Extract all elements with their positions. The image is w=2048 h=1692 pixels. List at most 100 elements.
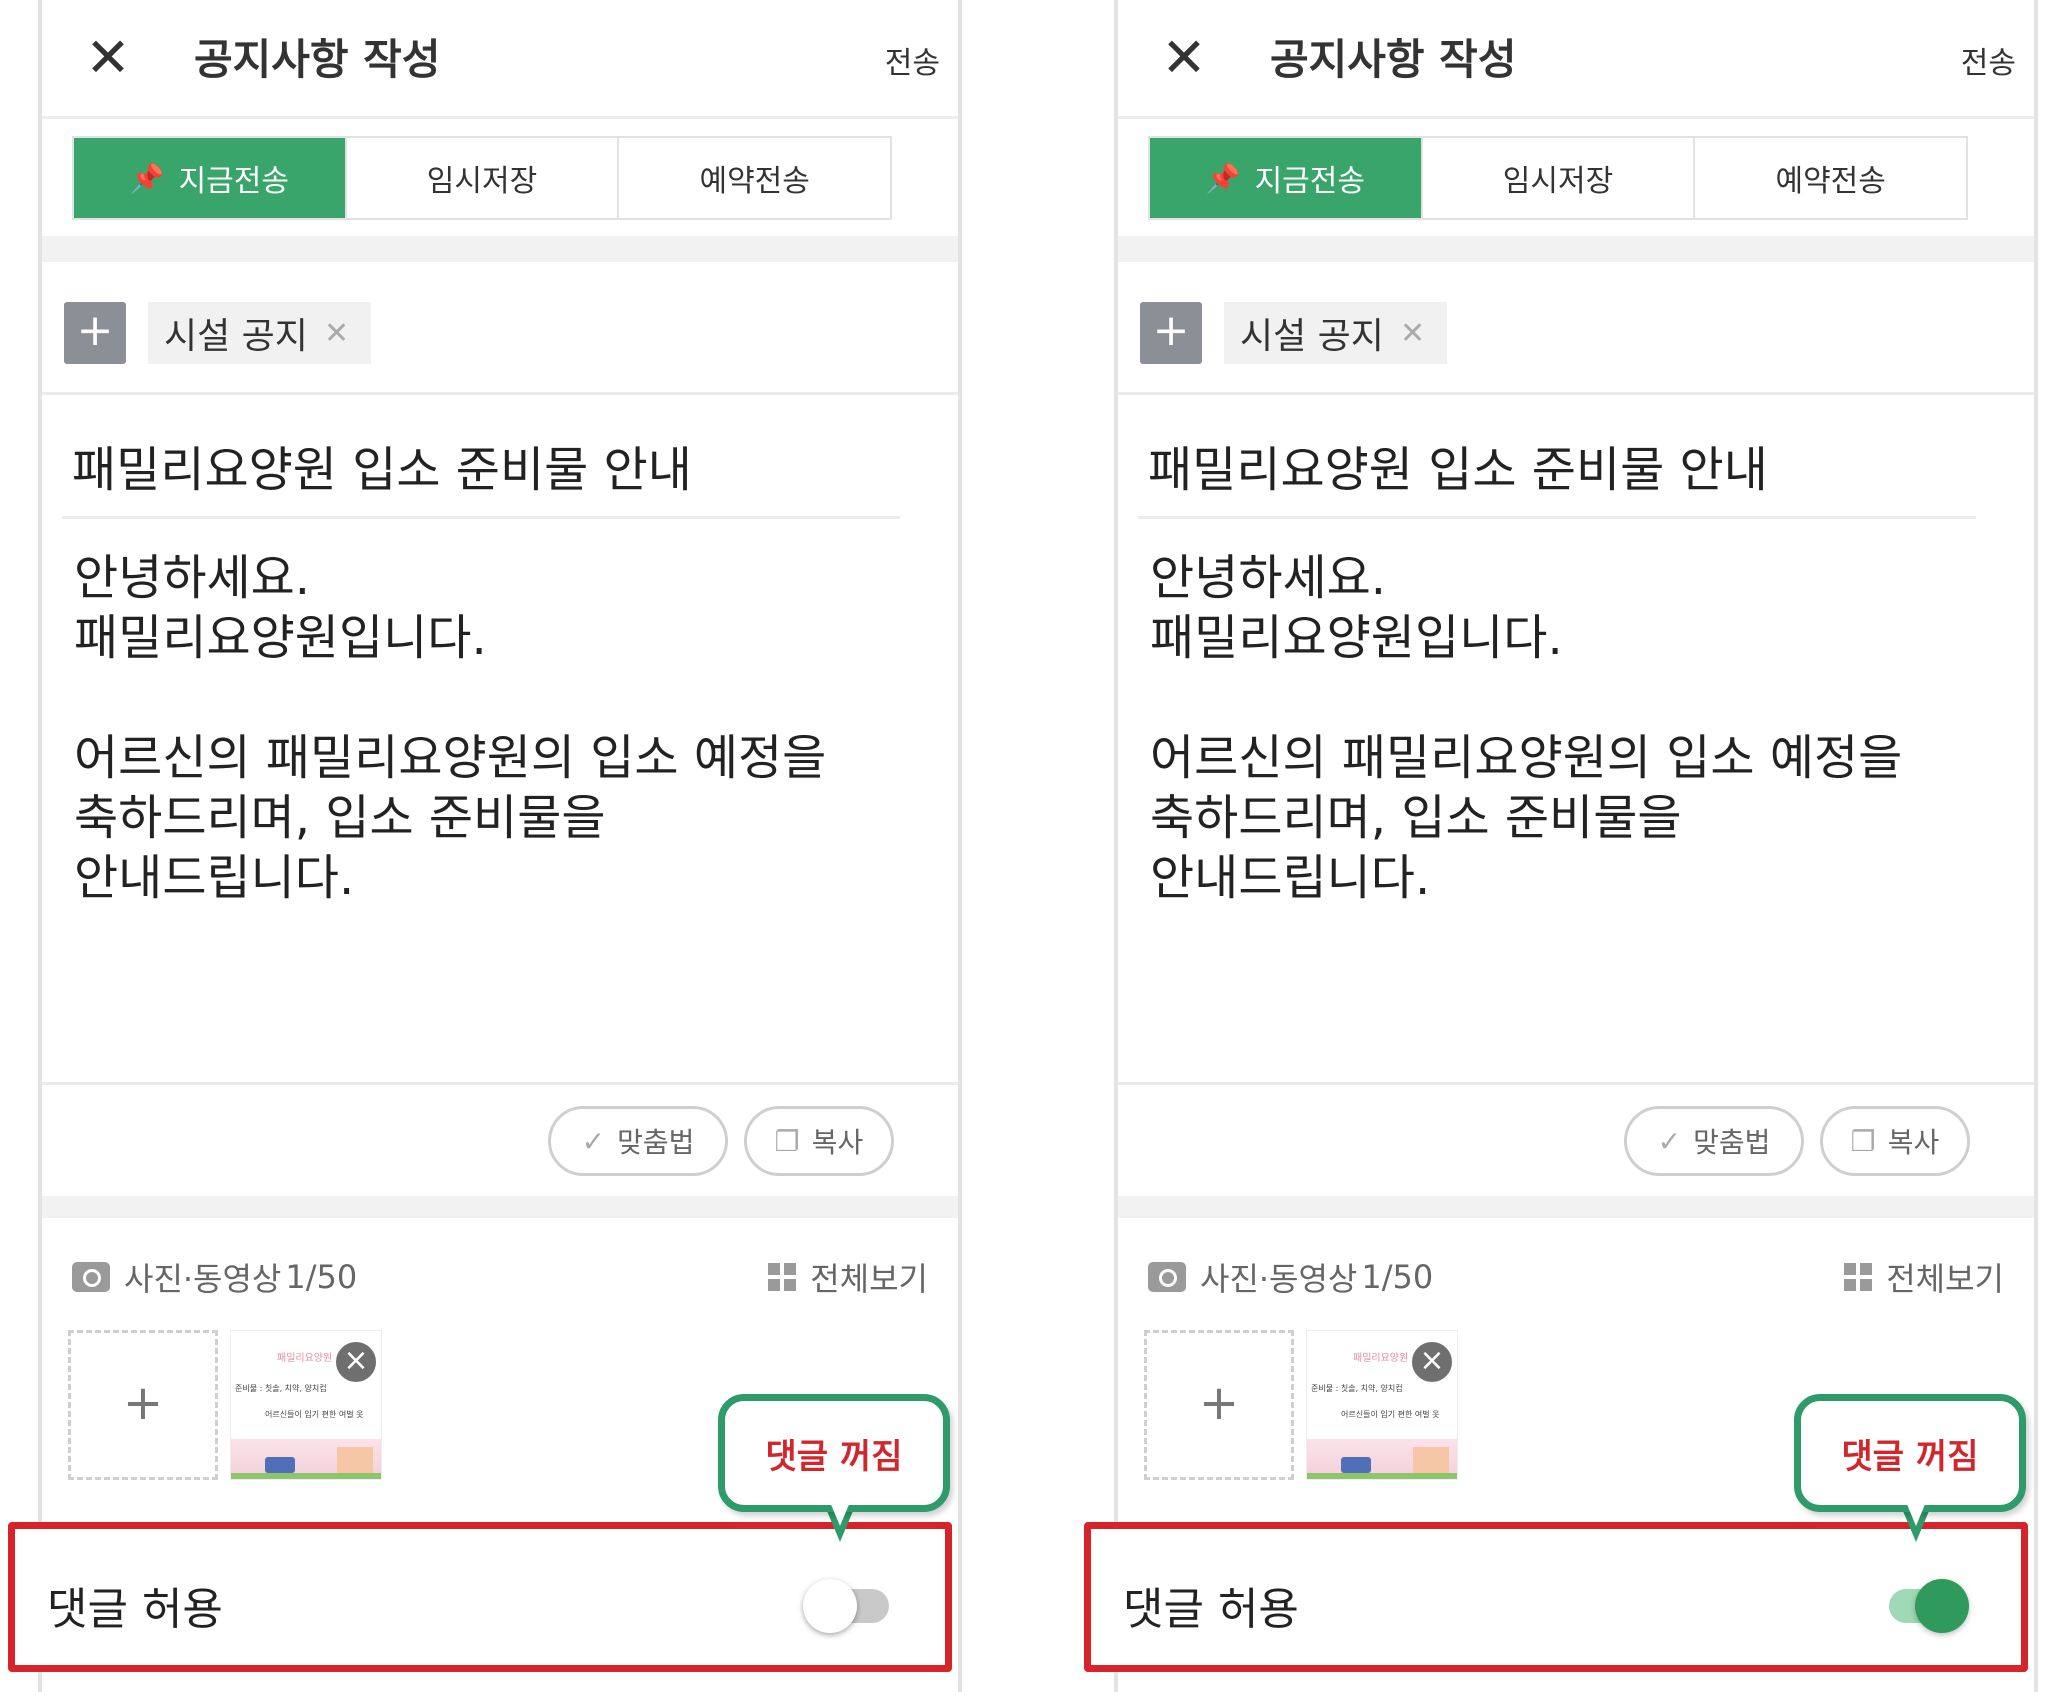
- copy-button[interactable]: ❐ 복사: [744, 1106, 894, 1176]
- copy-icon: ❐: [774, 1124, 800, 1158]
- annotation-callout: 댓글 꺼짐: [1794, 1394, 2026, 1512]
- header: ✕ 공지사항 작성 전송: [1118, 0, 2034, 119]
- close-icon[interactable]: ✕: [1154, 28, 1214, 88]
- send-mode-tabs: 📌 지금전송 임시저장 예약전송: [72, 136, 892, 220]
- comment-toggle[interactable]: [803, 1579, 893, 1633]
- thumb-text: 어르신들이 입기 편한 여벌 옷: [265, 1410, 364, 1419]
- camera-icon: [1148, 1262, 1186, 1292]
- view-all-label: 전체보기: [810, 1260, 928, 1298]
- media-label: 사진·동영상 1/50: [1148, 1254, 1433, 1300]
- grid-icon: [768, 1263, 797, 1291]
- close-icon[interactable]: ✕: [78, 28, 138, 88]
- divider: [1118, 1082, 2034, 1085]
- button-label: 복사: [1887, 1126, 1940, 1159]
- copy-icon: ❐: [1850, 1124, 1876, 1158]
- remove-media-icon[interactable]: ×: [334, 1340, 378, 1384]
- bus-icon: [265, 1457, 295, 1473]
- thumb-title: 패밀리요양원: [277, 1353, 333, 1364]
- pin-icon: 📌: [1205, 161, 1241, 195]
- divider: [1138, 516, 1976, 519]
- spellcheck-button[interactable]: ✓ 맞춤법: [1624, 1106, 1804, 1176]
- grid-icon: [1844, 1263, 1873, 1291]
- body-line: 패밀리요양원입니다.: [74, 610, 487, 666]
- view-all-button[interactable]: 전체보기: [768, 1254, 928, 1300]
- tab-label: 예약전송: [699, 164, 810, 199]
- add-media-button[interactable]: +: [68, 1330, 218, 1480]
- page-title: 공지사항 작성: [1270, 35, 1517, 84]
- chip-label: 시설 공지: [1240, 316, 1384, 357]
- category-chip[interactable]: 시설 공지 ✕: [1224, 302, 1448, 364]
- comment-allow-label: 댓글 허용: [47, 1584, 223, 1635]
- tab-scheduled[interactable]: 예약전송: [1695, 138, 1966, 218]
- divider: [42, 1082, 958, 1085]
- comment-toggle[interactable]: [1879, 1579, 1969, 1633]
- body-textarea[interactable]: 안녕하세요. 패밀리요양원입니다. 어르신의 패밀리요양원의 입소 예정을 축하…: [74, 548, 914, 908]
- comment-allow-row: 댓글 허용: [1084, 1522, 2028, 1672]
- thumb-text: 어르신들이 입기 편한 여벌 옷: [1341, 1410, 1440, 1419]
- body-line: 패밀리요양원입니다.: [1150, 610, 1563, 666]
- tab-send-now[interactable]: 📌 지금전송: [1150, 138, 1423, 218]
- body-line-blank: [74, 668, 914, 728]
- media-count: 1/50: [1361, 1258, 1434, 1296]
- thumb-text: 준비물 : 칫솔, 치약, 양치컵: [1311, 1384, 1403, 1393]
- page-title: 공지사항 작성: [194, 35, 441, 84]
- subject-field[interactable]: 패밀리요양원 입소 준비물 안내: [1148, 430, 1768, 500]
- category-chip[interactable]: 시설 공지 ✕: [148, 302, 372, 364]
- spellcheck-button[interactable]: ✓ 맞춤법: [548, 1106, 728, 1176]
- body-line: 안녕하세요.: [74, 550, 311, 606]
- tab-label: 예약전송: [1775, 164, 1886, 199]
- body-line-blank: [1150, 668, 1990, 728]
- header: ✕ 공지사항 작성 전송: [42, 0, 958, 119]
- button-label: 맞춤법: [617, 1126, 695, 1159]
- media-label-text: 사진·동영상: [124, 1260, 282, 1298]
- tab-draft[interactable]: 임시저장: [1423, 138, 1696, 218]
- remove-media-icon[interactable]: ×: [1410, 1340, 1454, 1384]
- subject-field[interactable]: 패밀리요양원 입소 준비물 안내: [72, 430, 692, 500]
- add-category-button[interactable]: +: [1140, 302, 1202, 364]
- thumb-illustration: [1307, 1439, 1457, 1479]
- comment-allow-row: 댓글 허용: [8, 1522, 952, 1672]
- view-all-button[interactable]: 전체보기: [1844, 1254, 2004, 1300]
- body-line: 축하드리며, 입소 준비물을: [74, 790, 606, 846]
- callout-text: 댓글 꺼짐: [765, 1436, 903, 1477]
- media-count: 1/50: [285, 1258, 358, 1296]
- comment-allow-label: 댓글 허용: [1123, 1584, 1299, 1635]
- thumb-text: 준비물 : 칫솔, 치약, 양치컵: [235, 1384, 327, 1393]
- tab-scheduled[interactable]: 예약전송: [619, 138, 890, 218]
- send-button[interactable]: 전송: [885, 38, 940, 82]
- bus-icon: [1341, 1457, 1371, 1473]
- phone-screen-right: ✕ 공지사항 작성 전송 📌 지금전송 임시저장 예약전송 + 시설 공지 ✕ 패밀…: [1084, 0, 2038, 1692]
- close-small-icon[interactable]: ✕: [1400, 316, 1425, 351]
- tab-send-now[interactable]: 📌 지금전송: [74, 138, 347, 218]
- body-line: 안내드립니다.: [1150, 850, 1431, 906]
- plus-icon: +: [76, 305, 114, 356]
- house-icon: [1413, 1447, 1449, 1473]
- plus-icon: +: [1152, 305, 1190, 356]
- body-line: 어르신의 패밀리요양원의 입소 예정을: [74, 730, 827, 786]
- callout-text: 댓글 꺼짐: [1841, 1436, 1979, 1477]
- tab-label: 지금전송: [178, 164, 289, 199]
- view-all-label: 전체보기: [1886, 1260, 2004, 1298]
- thumb-title: 패밀리요양원: [1353, 1353, 1409, 1364]
- phone-screen-left: ✕ 공지사항 작성 전송 📌 지금전송 임시저장 예약전송 + 시설 공지 ✕ 패밀…: [8, 0, 962, 1692]
- close-small-icon[interactable]: ✕: [324, 316, 349, 351]
- pin-icon: 📌: [129, 161, 165, 195]
- send-button[interactable]: 전송: [1961, 38, 2016, 82]
- body-textarea[interactable]: 안녕하세요. 패밀리요양원입니다. 어르신의 패밀리요양원의 입소 예정을 축하…: [1150, 548, 1990, 908]
- section-divider: [42, 236, 958, 262]
- tab-label: 임시저장: [1502, 164, 1614, 199]
- body-line: 안녕하세요.: [1150, 550, 1387, 606]
- tab-draft[interactable]: 임시저장: [347, 138, 620, 218]
- category-row: + 시설 공지 ✕: [42, 262, 958, 395]
- annotation-callout: 댓글 꺼짐: [718, 1394, 950, 1512]
- spellcheck-icon: ✓: [581, 1124, 606, 1158]
- add-media-button[interactable]: +: [1144, 1330, 1294, 1480]
- media-label-text: 사진·동영상: [1200, 1260, 1358, 1298]
- body-line: 안내드립니다.: [74, 850, 355, 906]
- body-line: 어르신의 패밀리요양원의 입소 예정을: [1150, 730, 1903, 786]
- camera-icon: [72, 1262, 110, 1292]
- copy-button[interactable]: ❐ 복사: [1820, 1106, 1970, 1176]
- house-icon: [337, 1447, 373, 1473]
- add-category-button[interactable]: +: [64, 302, 126, 364]
- send-mode-tabs: 📌 지금전송 임시저장 예약전송: [1148, 136, 1968, 220]
